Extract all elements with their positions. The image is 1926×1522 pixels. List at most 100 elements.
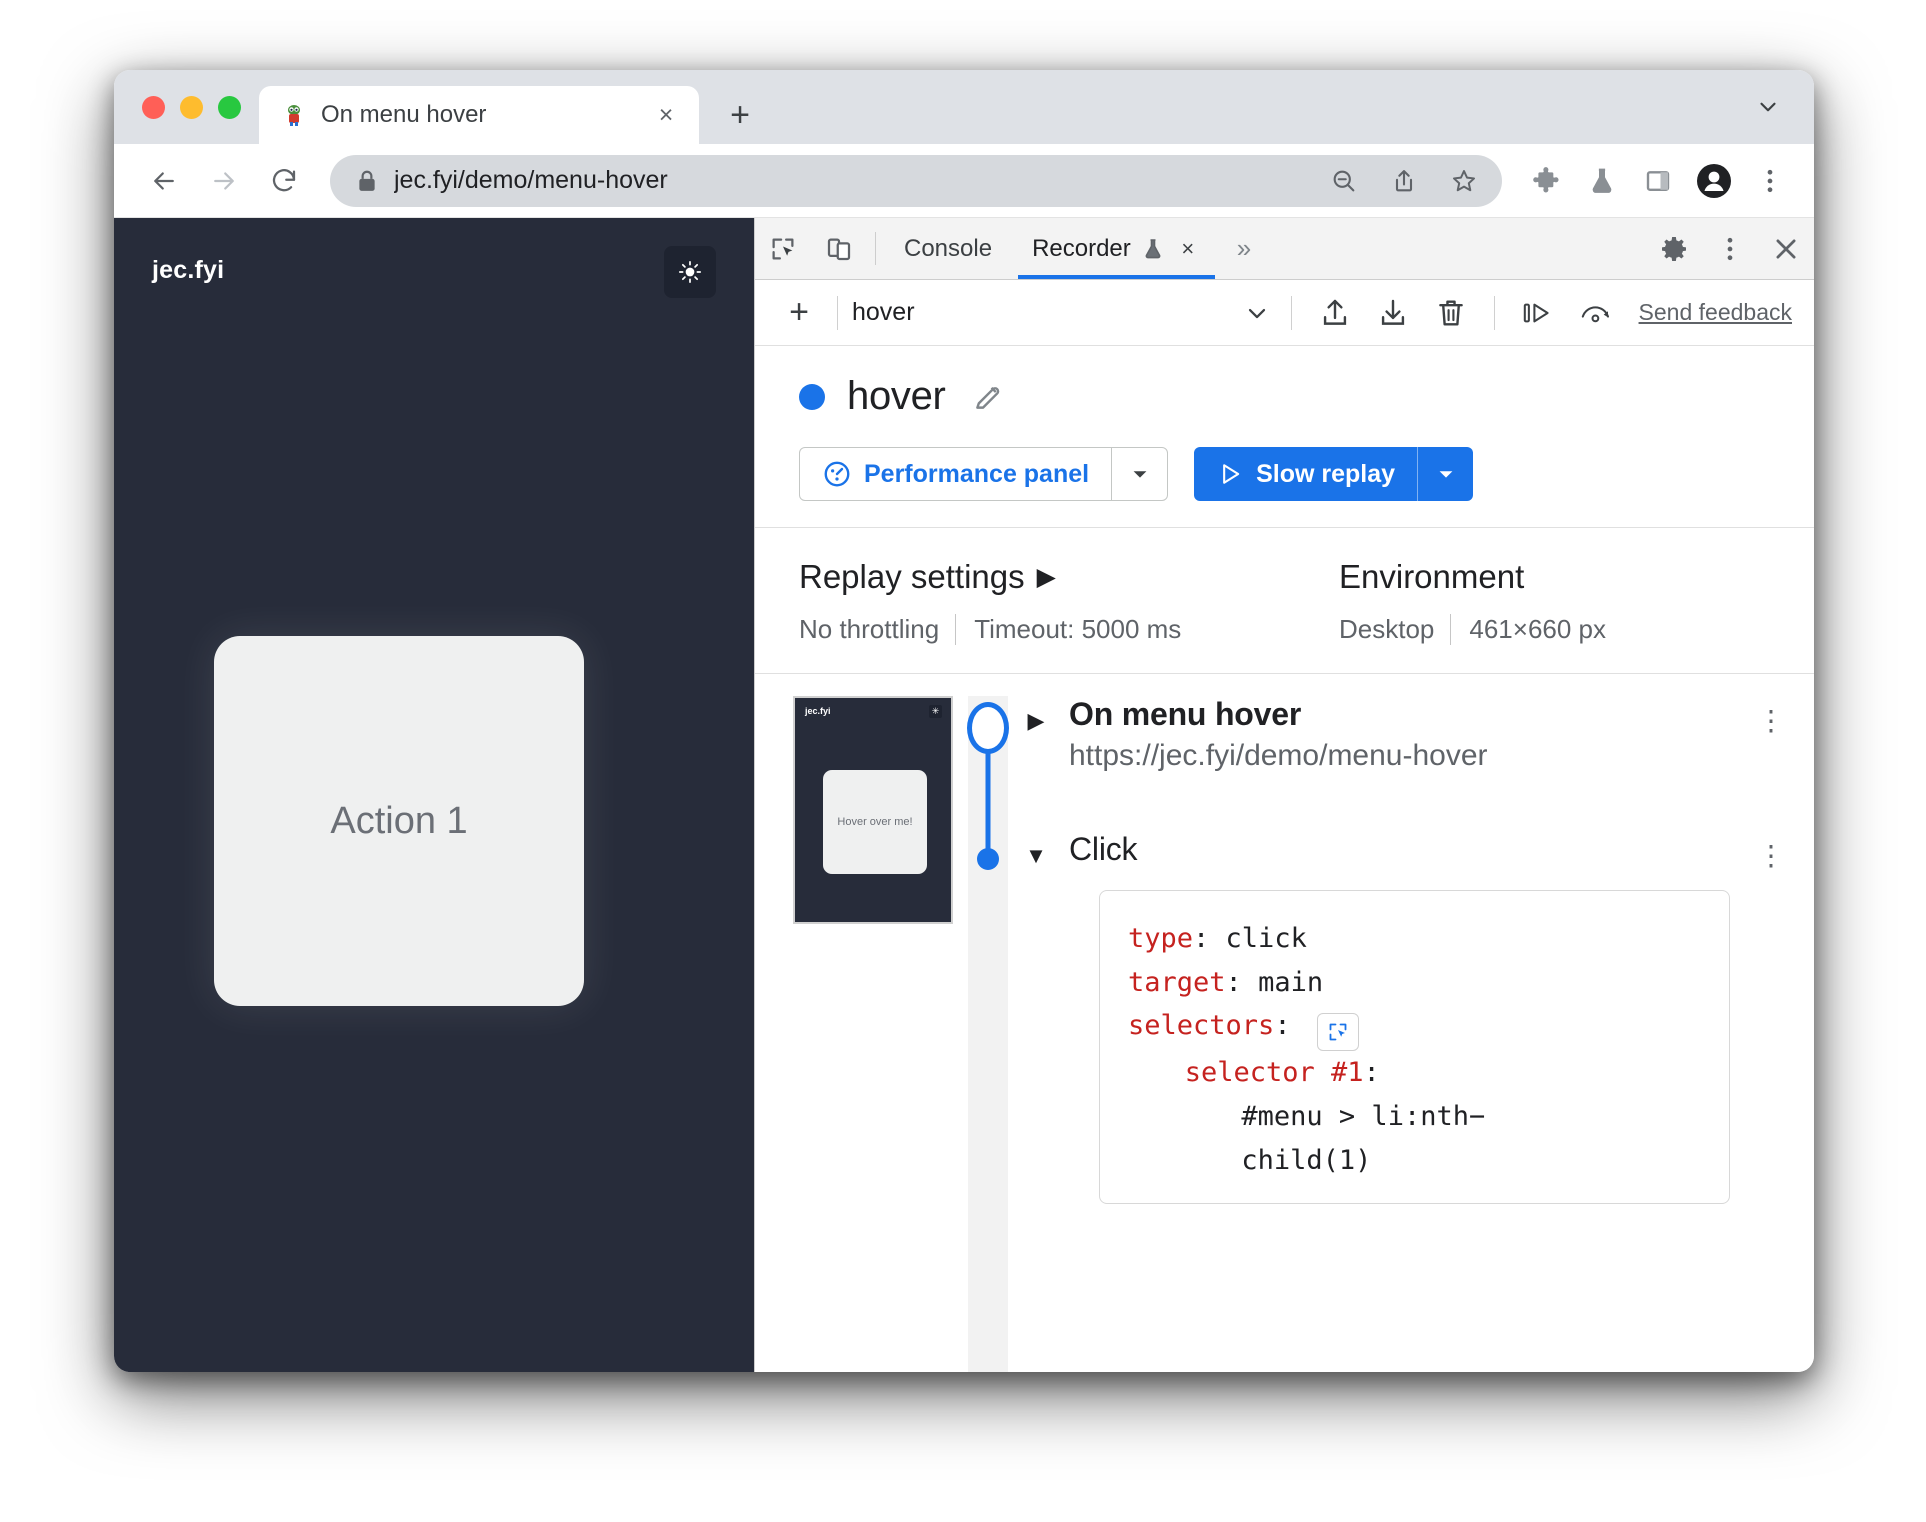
performance-panel-button[interactable]: Performance panel [799,447,1169,501]
import-icon[interactable] [1306,288,1364,338]
side-panel-icon[interactable] [1632,155,1684,207]
recording-actions: Performance panel Slow replay [799,447,1814,501]
performance-panel-main[interactable]: Performance panel [800,448,1111,500]
browser-window: On menu hover × + jec.fyi/demo/menu-hove… [114,70,1814,1372]
code-key-type: type [1128,923,1194,954]
rail-start-marker [967,702,1009,754]
rail-step-marker [977,848,999,870]
step-row[interactable]: ▶ On menu hover https://jec.fyi/demo/men… [1021,696,1794,773]
toolbar-divider [1493,295,1495,330]
code-line-selector1-value-a: #menu > li:nth− [1241,1101,1486,1133]
step-thumbnail[interactable]: jec.fyi ✳ Hover over me! [793,696,953,924]
recording-title-row: hover [799,374,1814,419]
tab-recorder-label: Recorder [1032,234,1131,262]
create-recording-button[interactable]: + [775,289,823,337]
viewport-value: 461×660 px [1450,614,1622,645]
chevron-down-icon [1237,299,1277,327]
step-row[interactable]: ▼ Click type: click target: main selecto… [1021,831,1794,1204]
thumbnail-card-label: Hover over me! [837,816,913,828]
selector-picker-icon[interactable] [1316,1013,1359,1052]
performance-panel-label: Performance panel [864,459,1090,488]
close-tab-button[interactable]: × [649,98,683,132]
devtools-panel: Console Recorder × » + hover Send feedba… [754,218,1814,1372]
slow-replay-main[interactable]: Slow replay [1194,447,1417,501]
thumbnail-card: Hover over me! [823,770,927,874]
browser-menu-kebab-icon[interactable] [1744,155,1796,207]
environment-values: Desktop 461×660 px [1339,614,1622,645]
gear-icon[interactable] [1646,218,1702,279]
back-button[interactable] [136,153,192,209]
close-window-button[interactable] [142,95,165,119]
recording-title: hover [847,374,946,418]
recording-selector[interactable]: hover [852,298,1277,327]
code-line-selectors: selectors: [1128,1004,1701,1052]
slow-replay-button[interactable]: Slow replay [1194,447,1474,501]
steps-list: jec.fyi ✳ Hover over me! ▶ On menu hover… [755,674,1814,1372]
slow-replay-label: Slow replay [1256,459,1396,488]
inspect-element-icon[interactable] [755,218,811,279]
browser-toolbar: jec.fyi/demo/menu-hover [114,144,1814,218]
send-feedback-link[interactable]: Send feedback [1639,299,1792,326]
recording-selector-label: hover [852,298,915,326]
environment-label: Environment [1339,558,1525,595]
replay-settings-header[interactable]: Replay settings ▶ [799,558,1339,596]
chevron-down-icon[interactable] [1740,70,1796,144]
export-icon[interactable] [1364,288,1422,338]
page-brand: jec.fyi [152,256,225,284]
timeout-value: Timeout: 5000 ms [955,614,1197,645]
sun-icon[interactable] [664,246,716,298]
flask-icon [1141,237,1165,261]
pencil-icon[interactable] [968,377,1008,417]
maximize-window-button[interactable] [218,95,241,119]
steps-column: ▶ On menu hover https://jec.fyi/demo/men… [1021,696,1814,1372]
screenshot-stage: On menu hover × + jec.fyi/demo/menu-hove… [0,0,1926,1522]
expand-caret-icon[interactable]: ▶ [1021,696,1051,732]
replay-icon[interactable] [1567,288,1625,338]
device-toolbar-icon[interactable] [811,218,867,279]
step-over-icon[interactable] [1509,288,1567,338]
address-bar[interactable]: jec.fyi/demo/menu-hover [330,154,1502,207]
collapse-caret-icon[interactable]: ▼ [1021,831,1051,867]
devtools-tab-bar: Console Recorder × » [755,218,1814,280]
zoom-out-icon[interactable] [1322,159,1366,203]
slow-replay-dropdown[interactable] [1417,447,1473,501]
close-recorder-tab-icon[interactable]: × [1175,236,1201,262]
more-tabs-icon[interactable]: » [1221,218,1267,279]
kebab-icon[interactable] [1702,218,1758,279]
delete-icon[interactable] [1422,288,1480,338]
code-key-selector1: selector #1 [1184,1057,1364,1089]
device-value: Desktop [1339,614,1435,644]
tab-console[interactable]: Console [884,218,1012,279]
tab-strip: On menu hover × + [114,70,1814,144]
throttling-value: No throttling [799,614,940,644]
forward-button[interactable] [196,153,252,209]
bookmark-star-icon[interactable] [1442,159,1486,203]
performance-panel-dropdown[interactable] [1111,448,1167,500]
step-menu-kebab-icon[interactable]: ⋮ [1748,831,1794,872]
recording-header: hover Performance panel Slow replay [755,346,1814,528]
performance-icon [822,459,852,489]
toolbar-divider [837,295,838,330]
reload-button[interactable] [256,153,312,209]
minimize-window-button[interactable] [180,95,203,119]
step-title: On menu hover [1069,696,1302,732]
flask-icon[interactable] [1576,155,1628,207]
step-menu-kebab-icon[interactable]: ⋮ [1748,696,1794,737]
sun-icon: ✳ [929,705,942,718]
viewport-row: jec.fyi Action 1 Console Recorder × » + … [114,218,1814,1372]
tab-recorder[interactable]: Recorder × [1012,218,1221,279]
profile-avatar-icon[interactable] [1688,155,1740,207]
devtools-tabbar-spacer [1267,218,1646,279]
code-key-selectors: selectors [1128,1010,1275,1042]
extensions-puzzle-icon[interactable] [1520,155,1572,207]
browser-tab[interactable]: On menu hover × [259,86,699,144]
close-icon[interactable] [1758,218,1814,279]
thumbnail-brand: jec.fyi [805,706,831,716]
action-card[interactable]: Action 1 [214,636,584,1006]
bug-favicon [281,102,307,128]
screenshot-thumbnail-column: jec.fyi ✳ Hover over me! [755,696,955,1372]
new-tab-button[interactable]: + [713,88,767,142]
window-controls [114,70,259,144]
step-details-code: type: click target: main selectors: sele… [1099,890,1730,1204]
share-icon[interactable] [1382,159,1426,203]
